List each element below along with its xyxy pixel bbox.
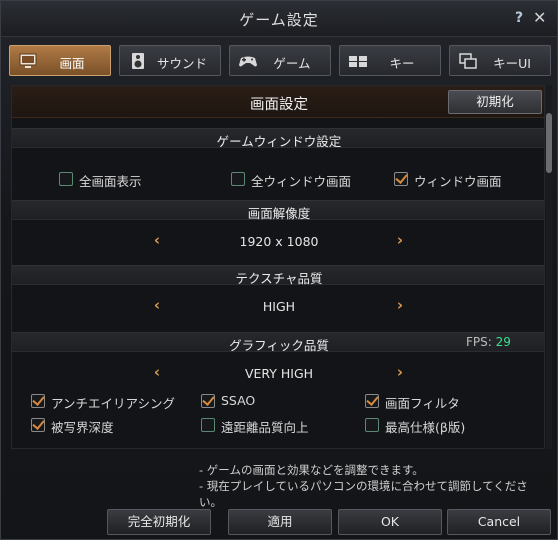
tab-bar: 画面 サウンド ゲーム キー キーUI [1, 45, 557, 77]
graphics-next-arrow-icon[interactable]: › [393, 364, 407, 380]
keyboard-icon [349, 56, 367, 67]
reset-button[interactable]: 初期化 [448, 90, 542, 114]
tab-key-ui[interactable]: キーUI [449, 45, 551, 76]
note-line: - 現在プレイしているパソコンの環境に合わせて調節してください。 [199, 479, 528, 509]
ultra-spec-checkbox[interactable] [365, 418, 379, 432]
resolution-next-arrow-icon[interactable]: › [393, 232, 407, 248]
distance-quality-label: 遠距離品質向上 [221, 420, 309, 435]
settings-window: ゲーム設定 ? ✕ 画面 サウンド ゲーム キー キーUI 画面設定 初期化 ゲ… [0, 0, 558, 540]
monitor-icon [19, 53, 37, 68]
note-line: - ゲームの画面と効果などを調整できます。 [199, 463, 424, 477]
windows-icon [459, 53, 477, 69]
texture-value: HIGH [262, 299, 296, 314]
depth-of-field-checkbox[interactable] [31, 418, 45, 432]
help-icon[interactable]: ? [515, 10, 523, 26]
windowed-checkbox[interactable] [394, 172, 408, 186]
settings-panel: 画面設定 初期化 ゲームウィンドウ設定 全画面表示 全ウィンドウ画面 ウィンドウ… [11, 85, 545, 449]
panel-header: 画面設定 初期化 [12, 86, 544, 118]
ultra-spec-label: 最高仕様(β版) [385, 420, 466, 435]
resolution-header: 画面解像度 [12, 200, 544, 221]
fps-label: FPS: [466, 335, 492, 349]
texture-header: テクスチャ品質 [12, 265, 544, 286]
section-label: 画面解像度 [247, 206, 311, 221]
ok-button[interactable]: OK [338, 509, 442, 535]
fps-value: 29 [495, 335, 511, 349]
screen-filter-checkbox[interactable] [365, 394, 379, 408]
section-label: テクスチャ品質 [235, 271, 323, 286]
tab-label: 画面 [59, 56, 85, 71]
title-bar: ゲーム設定 ? ✕ [1, 1, 557, 37]
window-title: ゲーム設定 [239, 11, 319, 29]
tab-label: サウンド [156, 56, 207, 71]
tab-label: キーUI [493, 56, 531, 71]
fullscreen-checkbox[interactable] [59, 172, 73, 186]
help-notes: - ゲームの画面と効果などを調整できます。 - 現在プレイしているパソコンの環境… [199, 462, 549, 510]
fps-readout: FPS: 29 [466, 335, 511, 349]
full-window-label: 全ウィンドウ画面 [251, 174, 352, 189]
resolution-value: 1920 x 1080 [239, 234, 319, 249]
close-icon[interactable]: ✕ [533, 8, 546, 27]
graphics-header: グラフィック品質 FPS: 29 [12, 332, 544, 353]
scrollbar-thumb[interactable] [546, 113, 552, 173]
screen-filter-label: 画面フィルタ [385, 396, 460, 411]
fullscreen-label: 全画面表示 [79, 174, 142, 189]
windowed-label: ウィンドウ画面 [414, 174, 502, 189]
scrollbar[interactable] [546, 85, 552, 449]
gamepad-icon [239, 56, 257, 67]
full-window-checkbox[interactable] [231, 172, 245, 186]
tab-label: キー [389, 56, 415, 71]
ssao-checkbox[interactable] [201, 394, 215, 408]
tab-label: ゲーム [273, 56, 311, 71]
antialiasing-checkbox[interactable] [31, 394, 45, 408]
apply-button[interactable]: 適用 [228, 509, 332, 535]
antialiasing-label: アンチエイリアシング [51, 396, 176, 411]
window-settings-header: ゲームウィンドウ設定 [12, 128, 544, 149]
tab-game[interactable]: ゲーム [229, 45, 331, 76]
section-label: ゲームウィンドウ設定 [216, 134, 342, 149]
speaker-icon [132, 53, 144, 69]
tab-keys[interactable]: キー [339, 45, 441, 76]
depth-of-field-label: 被写界深度 [51, 420, 114, 435]
tab-display[interactable]: 画面 [9, 45, 111, 76]
texture-next-arrow-icon[interactable]: › [393, 297, 407, 313]
distance-quality-checkbox[interactable] [201, 418, 215, 432]
full-reset-button[interactable]: 完全初期化 [107, 509, 211, 535]
graphics-value: VERY HIGH [244, 366, 314, 381]
ssao-label: SSAO [221, 393, 256, 408]
cancel-button[interactable]: Cancel [447, 509, 551, 535]
tab-sound[interactable]: サウンド [119, 45, 221, 76]
